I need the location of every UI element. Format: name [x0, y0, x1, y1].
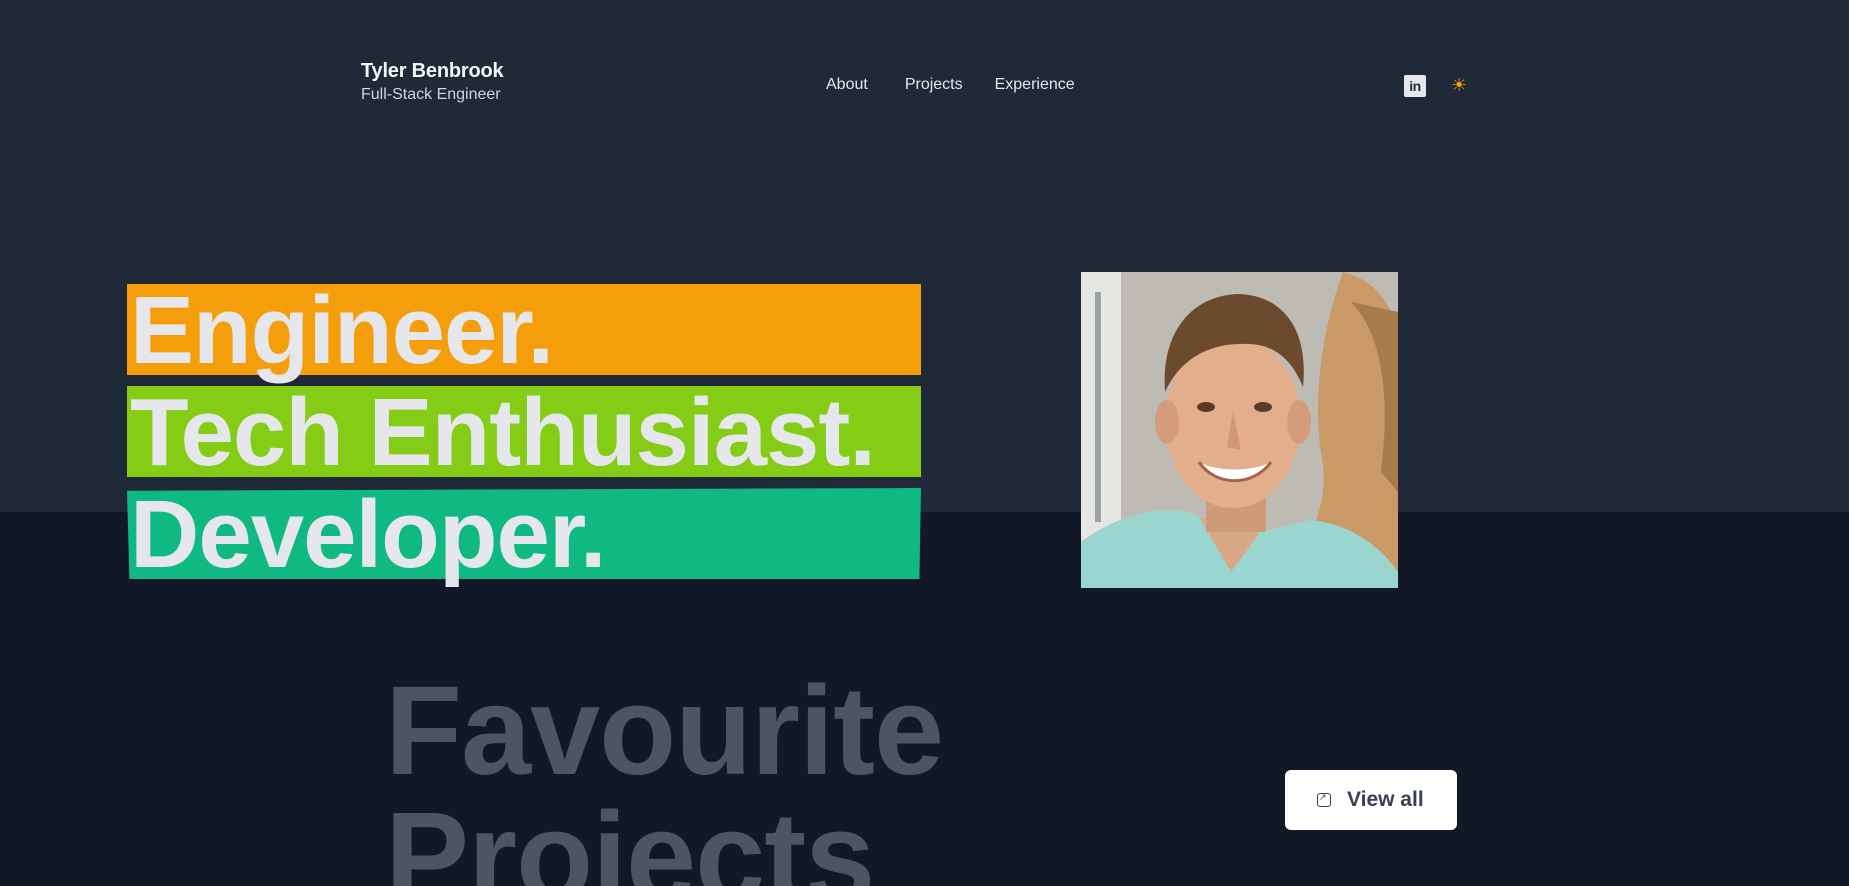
site-owner-name: Tyler Benbrook — [361, 60, 504, 82]
hero-text-1: Engineer. — [130, 277, 554, 384]
nav-about[interactable]: About — [826, 76, 868, 94]
nav-experience[interactable]: Experience — [995, 76, 1075, 94]
projects-heading-line1: Favourite — [385, 660, 944, 801]
main-nav: About Projects Experience — [826, 76, 1075, 94]
page: Tyler Benbrook Full-Stack Engineer About… — [0, 0, 1849, 886]
profile-photo — [1081, 272, 1398, 588]
hero-line-engineer: Engineer. — [127, 277, 921, 384]
nav-projects[interactable]: Projects — [905, 76, 963, 94]
external-link-glyph: ↗ — [1319, 792, 1327, 802]
brand[interactable]: Tyler Benbrook Full-Stack Engineer — [361, 60, 504, 104]
view-all-label: View all — [1347, 788, 1424, 811]
hero-text-3: Developer. — [130, 481, 607, 588]
site-owner-role: Full-Stack Engineer — [361, 86, 501, 103]
hero-line-developer: Developer. — [127, 481, 921, 588]
hero-text-2: Tech Enthusiast. — [130, 379, 876, 486]
view-all-button[interactable]: ↗ View all — [1285, 770, 1457, 830]
linkedin-icon[interactable]: in — [1404, 75, 1426, 97]
linkedin-glyph: in — [1409, 78, 1421, 94]
profile-photo-illustration — [1081, 272, 1398, 588]
hero-line-tech-enthusiast: Tech Enthusiast. — [127, 379, 921, 486]
projects-heading-line2: Projects — [385, 786, 875, 886]
external-link-icon: ↗ — [1317, 792, 1331, 807]
sun-icon[interactable]: ☀ — [1451, 74, 1467, 96]
projects-heading: Favourite Projects — [385, 660, 944, 886]
